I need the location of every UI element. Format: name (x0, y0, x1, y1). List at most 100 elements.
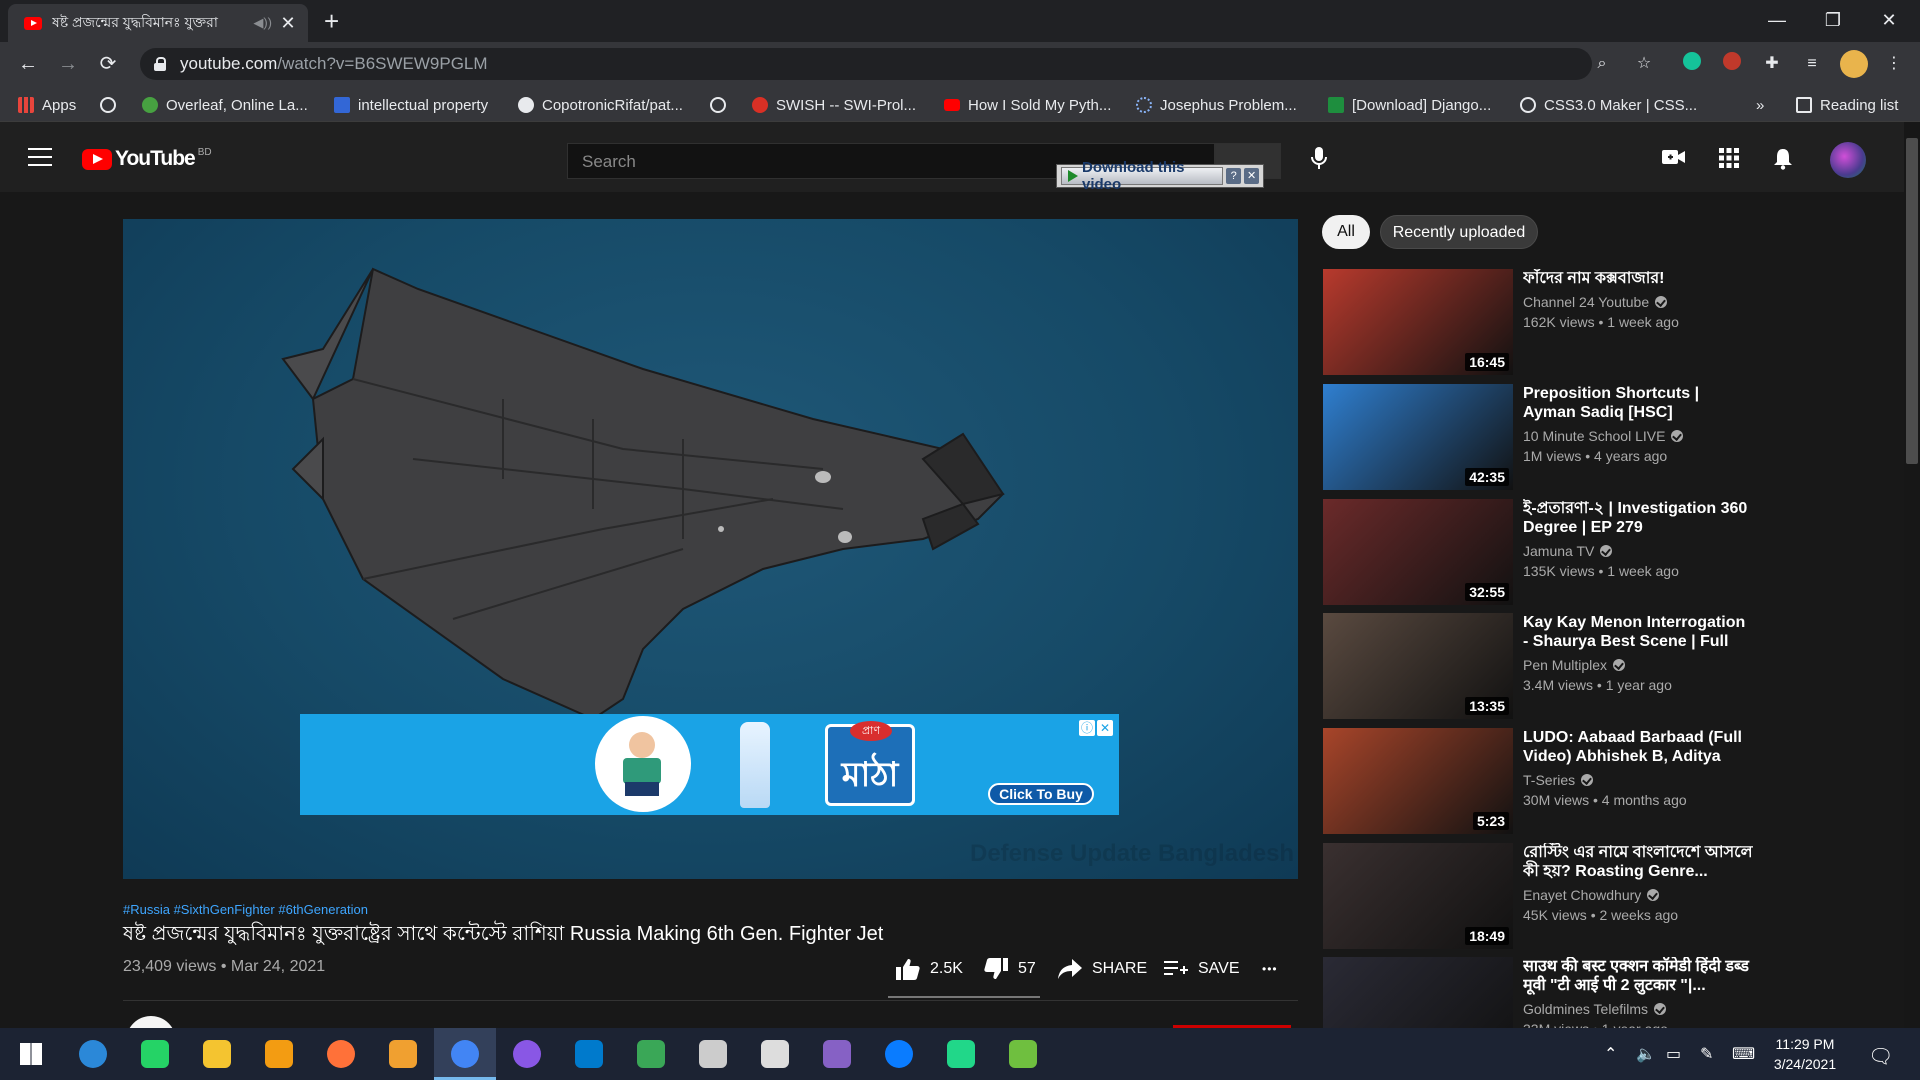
pen-icon[interactable]: ✎ (1700, 1044, 1713, 1064)
tab-close-icon[interactable]: ✕ (278, 13, 298, 34)
ad-close-icon[interactable]: ✕ (1097, 720, 1113, 736)
account-avatar[interactable] (1830, 142, 1866, 178)
more-actions-icon[interactable]: ••• (1262, 957, 1278, 981)
reload-button[interactable]: ⟳ (92, 48, 124, 80)
recommendation-channel[interactable]: Goldmines Telefilms (1523, 1001, 1753, 1017)
chrome-menu-icon[interactable]: ⋮ (1882, 52, 1906, 76)
media-control-icon[interactable]: ≡ (1800, 52, 1824, 76)
zoom-icon[interactable]: ⌕ (1590, 52, 1614, 76)
profile-avatar[interactable] (1840, 50, 1868, 78)
recommendation-thumbnail[interactable]: 32:55 (1323, 499, 1513, 605)
bookmark-github[interactable]: CopotronicRifat/pat... (518, 94, 683, 116)
recommendation-item[interactable]: 32:55 ই-প্রতারণা-২ | Investigation 360 De… (1323, 499, 1753, 605)
download-video-button[interactable]: Download this video (1061, 159, 1224, 193)
recommendation-thumbnail[interactable]: 13:35 (1323, 613, 1513, 719)
taskbar-app-globe-button[interactable] (620, 1028, 682, 1080)
chip-all[interactable]: All (1322, 215, 1370, 249)
taskbar-clock[interactable]: 11:29 PM 3/24/2021 (1760, 1034, 1850, 1074)
show-hidden-icons-icon[interactable]: ⌃ (1604, 1044, 1617, 1064)
taskbar-search-button[interactable] (62, 1028, 124, 1080)
recommendation-channel[interactable]: 10 Minute School LIVE (1523, 428, 1753, 444)
recommendation-thumbnail[interactable]: 18:49 (1323, 843, 1513, 949)
browser-tab[interactable]: ষষ্ট প্রজন্মের যুদ্ধবিমানঃ যুক্তরা ◀)) ✕ (8, 4, 308, 42)
youtube-logo[interactable]: YouTube BD (82, 147, 212, 171)
recommendation-item[interactable]: 13:35 Kay Kay Menon Interrogation - Shaur… (1323, 613, 1753, 719)
bookmark-swish[interactable]: SWISH -- SWI-Prol... (752, 94, 916, 116)
recommendation-thumbnail[interactable]: 16:45 (1323, 269, 1513, 375)
action-center-icon[interactable]: 🗨 (1868, 1044, 1893, 1069)
new-tab-button[interactable]: + (324, 6, 339, 36)
taskbar-whatsapp-button[interactable] (124, 1028, 186, 1080)
bookmark-css[interactable]: CSS3.0 Maker | CSS... (1520, 94, 1697, 116)
recommendation-title[interactable]: Preposition Shortcuts | Ayman Sadiq [HSC… (1523, 384, 1753, 422)
taskbar-pycharm-button[interactable] (930, 1028, 992, 1080)
taskbar-windows-start-button[interactable] (0, 1028, 62, 1080)
tab-audio-icon[interactable]: ◀)) (253, 15, 272, 31)
minimize-button[interactable]: — (1752, 4, 1802, 36)
recommendation-item[interactable]: 16:45 ফাঁদের নাম কক্সবাজার! Channel 24 You… (1323, 269, 1753, 375)
grammarly-extension-icon[interactable] (1680, 52, 1704, 76)
forward-button[interactable]: → (52, 48, 84, 80)
bookmark-globe-1[interactable] (100, 94, 124, 116)
restore-button[interactable]: ❐ (1808, 4, 1858, 36)
bookmark-star-icon[interactable]: ☆ (1632, 52, 1656, 76)
taskbar-app-green-button[interactable] (992, 1028, 1054, 1080)
video-hashtags[interactable]: #Russia #SixthGenFighter #6thGeneration (123, 902, 368, 917)
recommendation-channel[interactable]: T-Series (1523, 772, 1753, 788)
extensions-puzzle-icon[interactable]: ✚ (1760, 52, 1784, 76)
bookmark-apps[interactable]: Apps (18, 94, 76, 116)
bookmark-josephus[interactable]: Josephus Problem... (1136, 94, 1297, 116)
taskbar-app-orange-button[interactable] (372, 1028, 434, 1080)
recommendation-thumbnail[interactable] (1323, 957, 1513, 1028)
bookmark-ip[interactable]: intellectual property (334, 94, 488, 116)
create-video-icon[interactable] (1659, 148, 1689, 172)
taskbar-app-parachute-button[interactable] (682, 1028, 744, 1080)
dislike-button[interactable]: 57 (984, 957, 1036, 981)
like-button[interactable]: 2.5K (896, 957, 963, 981)
ad-click-to-buy-button[interactable]: Click To Buy (988, 783, 1094, 805)
recommendation-channel[interactable]: Jamuna TV (1523, 543, 1753, 559)
network-icon[interactable]: ▭ (1666, 1044, 1681, 1064)
recommendation-title[interactable]: Kay Kay Menon Interrogation - Shaurya Be… (1523, 613, 1753, 651)
recommendation-channel[interactable]: Channel 24 Youtube (1523, 294, 1753, 310)
recommendation-channel[interactable]: Pen Multiplex (1523, 657, 1753, 673)
recommendation-title[interactable]: ফাঁদের নাম কক্সবাজার! (1523, 269, 1753, 288)
bookmark-django[interactable]: [Download] Django... (1328, 94, 1491, 116)
recommendation-item[interactable]: साउथ की बस्ट एक्शन कॉमेडी हिंदी डब्ड मूव… (1323, 957, 1753, 1028)
download-close-icon[interactable]: ✕ (1244, 168, 1259, 184)
volume-icon[interactable]: 🔈 (1636, 1044, 1656, 1064)
taskbar-firefox-button[interactable] (310, 1028, 372, 1080)
menu-icon[interactable] (28, 148, 52, 166)
recommendation-item[interactable]: 42:35 Preposition Shortcuts | Ayman Sadiq… (1323, 384, 1753, 490)
keyboard-icon[interactable]: ⌨ (1732, 1044, 1755, 1064)
bookmark-overleaf[interactable]: Overleaf, Online La... (142, 94, 308, 116)
taskbar-messenger-button[interactable] (868, 1028, 930, 1080)
bookmarks-overflow[interactable]: » (1756, 94, 1764, 116)
notifications-bell-icon[interactable] (1768, 148, 1798, 172)
recommendation-title[interactable]: রোস্টিং এর নামে বাংলাদেশে আসলে কী হয়? R… (1523, 843, 1753, 881)
taskbar-vscode-button[interactable] (558, 1028, 620, 1080)
taskbar-app-satellite-button[interactable] (744, 1028, 806, 1080)
window-close-button[interactable]: ✕ (1864, 4, 1914, 36)
extension-icon[interactable] (1720, 52, 1744, 76)
bookmark-youtube[interactable]: How I Sold My Pyth... (944, 94, 1111, 116)
taskbar-file-explorer-button[interactable] (186, 1028, 248, 1080)
address-bar[interactable]: youtube.com/watch?v=B6SWEW9PGLM (140, 48, 1592, 80)
recommendation-title[interactable]: LUDO: Aabaad Barbaad (Full Video) Abhish… (1523, 728, 1753, 766)
recommendation-title[interactable]: साउथ की बस्ट एक्शन कॉमेडी हिंदी डब्ड मूव… (1523, 957, 1753, 995)
recommendation-item[interactable]: 5:23 LUDO: Aabaad Barbaad (Full Video) Ab… (1323, 728, 1753, 834)
page-scrollbar-thumb[interactable] (1906, 138, 1918, 464)
microphone-icon[interactable] (1304, 146, 1334, 176)
download-help-icon[interactable]: ? (1226, 168, 1242, 184)
save-button[interactable]: SAVE (1164, 957, 1240, 981)
recommendation-thumbnail[interactable]: 5:23 (1323, 728, 1513, 834)
taskbar-github-button[interactable] (496, 1028, 558, 1080)
ad-info-icon[interactable]: ⓘ (1079, 720, 1095, 736)
recommendation-item[interactable]: 18:49 রোস্টিং এর নামে বাংলাদেশে আসলে কী হ… (1323, 843, 1753, 949)
back-button[interactable]: ← (12, 48, 44, 80)
apps-grid-icon[interactable] (1714, 148, 1744, 172)
ad-banner[interactable]: প্রাণ মাঠা Click To Buy ⓘ ✕ (300, 714, 1119, 815)
taskbar-chrome-button[interactable] (434, 1028, 496, 1080)
taskbar-visual-studio-button[interactable] (806, 1028, 868, 1080)
bookmark-globe-2[interactable] (710, 94, 734, 116)
